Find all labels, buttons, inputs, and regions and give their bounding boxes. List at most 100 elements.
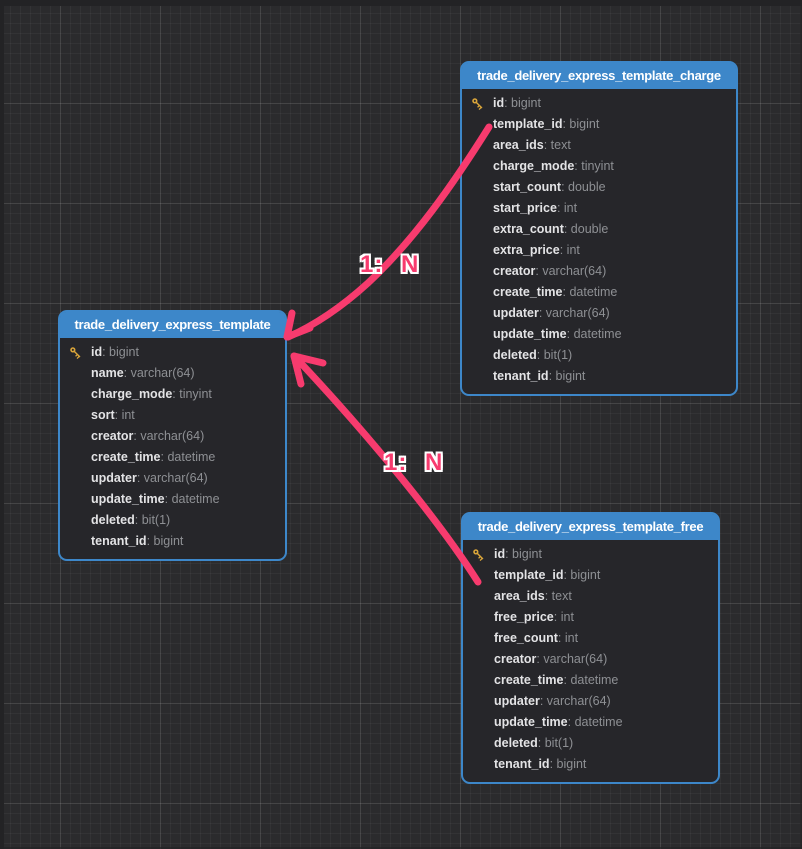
field-type: : bigint — [549, 369, 586, 383]
field-name: area_ids — [494, 589, 545, 603]
field-type: : bit(1) — [538, 736, 573, 750]
field-type: : tinyint — [574, 159, 614, 173]
field-name: update_time — [91, 492, 165, 506]
field-type: : int — [558, 631, 578, 645]
canvas-edge-left — [0, 0, 4, 849]
field-name: tenant_id — [493, 369, 549, 383]
field-name: deleted — [493, 348, 537, 362]
field-name: create_time — [494, 673, 564, 687]
primary-key-icon — [470, 96, 485, 111]
field-name: extra_price — [493, 243, 560, 257]
table-title[interactable]: trade_delivery_express_template — [60, 312, 285, 338]
field-name: area_ids — [493, 138, 544, 152]
field-name: id — [91, 345, 102, 359]
field-name: template_id — [493, 117, 562, 131]
table-row: start_price: int — [462, 198, 736, 219]
field-name: update_time — [493, 327, 567, 341]
canvas-edge-top — [0, 0, 802, 6]
table-field-list: id: biginttemplate_id: bigintarea_ids: t… — [462, 89, 736, 394]
field-name: free_count — [494, 631, 558, 645]
field-type: : bit(1) — [135, 513, 170, 527]
primary-key-icon — [471, 547, 486, 562]
table-row: updater: varchar(64) — [463, 691, 718, 712]
field-type: : bigint — [562, 117, 599, 131]
table-row: updater: varchar(64) — [462, 303, 736, 324]
field-name: create_time — [91, 450, 161, 464]
entity-table-charge[interactable]: trade_delivery_express_template_charge i… — [460, 61, 738, 396]
table-row: updater: varchar(64) — [60, 468, 285, 489]
entity-table-template[interactable]: trade_delivery_express_template id: bigi… — [58, 310, 287, 561]
field-name: creator — [91, 429, 133, 443]
table-row: deleted: bit(1) — [463, 733, 718, 754]
diagram-canvas[interactable]: trade_delivery_express_template id: bigi… — [0, 0, 802, 849]
field-name: updater — [494, 694, 540, 708]
table-row: free_count: int — [463, 628, 718, 649]
table-row: id: bigint — [60, 342, 285, 363]
field-type: : text — [545, 589, 572, 603]
table-row: id: bigint — [463, 544, 718, 565]
field-name: start_count — [493, 180, 561, 194]
field-name: template_id — [494, 568, 563, 582]
table-row: area_ids: text — [463, 586, 718, 607]
table-row: charge_mode: tinyint — [60, 384, 285, 405]
field-name: free_price — [494, 610, 554, 624]
table-row: deleted: bit(1) — [60, 510, 285, 531]
table-row: deleted: bit(1) — [462, 345, 736, 366]
field-type: : varchar(64) — [137, 471, 208, 485]
field-type: : datetime — [161, 450, 216, 464]
table-row: create_time: datetime — [462, 282, 736, 303]
table-title[interactable]: trade_delivery_express_template_charge — [462, 63, 736, 89]
field-type: : int — [560, 243, 580, 257]
field-name: id — [494, 547, 505, 561]
field-type: : tinyint — [172, 387, 212, 401]
field-name: name — [91, 366, 124, 380]
table-row: id: bigint — [462, 93, 736, 114]
field-type: : datetime — [567, 327, 622, 341]
field-type: : double — [564, 222, 608, 236]
field-type: : varchar(64) — [540, 694, 611, 708]
table-row: start_count: double — [462, 177, 736, 198]
table-field-list: id: bigintname: varchar(64)charge_mode: … — [60, 338, 285, 559]
field-name: update_time — [494, 715, 568, 729]
field-type: : varchar(64) — [133, 429, 204, 443]
field-type: : int — [557, 201, 577, 215]
field-type: : varchar(64) — [124, 366, 195, 380]
field-type: : bigint — [550, 757, 587, 771]
table-row: area_ids: text — [462, 135, 736, 156]
field-type: : double — [561, 180, 605, 194]
field-name: deleted — [494, 736, 538, 750]
table-row: tenant_id: bigint — [60, 531, 285, 552]
table-field-list: id: biginttemplate_id: bigintarea_ids: t… — [463, 540, 718, 782]
table-row: template_id: bigint — [463, 565, 718, 586]
table-row: tenant_id: bigint — [463, 754, 718, 775]
field-name: create_time — [493, 285, 563, 299]
relation-label: 1: N — [384, 449, 443, 477]
field-name: charge_mode — [493, 159, 574, 173]
table-row: update_time: datetime — [462, 324, 736, 345]
field-name: charge_mode — [91, 387, 172, 401]
field-type: : bigint — [563, 568, 600, 582]
entity-table-free[interactable]: trade_delivery_express_template_free id:… — [461, 512, 720, 784]
table-row: create_time: datetime — [463, 670, 718, 691]
field-name: start_price — [493, 201, 557, 215]
relation-label: 1: N — [360, 251, 419, 279]
field-name: sort — [91, 408, 115, 422]
field-name: updater — [493, 306, 539, 320]
field-name: extra_count — [493, 222, 564, 236]
field-type: : text — [544, 138, 571, 152]
field-type: : bigint — [504, 96, 541, 110]
field-type: : datetime — [165, 492, 220, 506]
table-row: creator: varchar(64) — [462, 261, 736, 282]
table-title[interactable]: trade_delivery_express_template_free — [463, 514, 718, 540]
field-name: tenant_id — [91, 534, 147, 548]
table-row: creator: varchar(64) — [463, 649, 718, 670]
table-row: template_id: bigint — [462, 114, 736, 135]
table-row: tenant_id: bigint — [462, 366, 736, 387]
field-type: : bigint — [102, 345, 139, 359]
field-name: creator — [493, 264, 535, 278]
table-row: sort: int — [60, 405, 285, 426]
table-row: update_time: datetime — [463, 712, 718, 733]
field-type: : int — [115, 408, 135, 422]
field-name: id — [493, 96, 504, 110]
field-type: : bigint — [505, 547, 542, 561]
